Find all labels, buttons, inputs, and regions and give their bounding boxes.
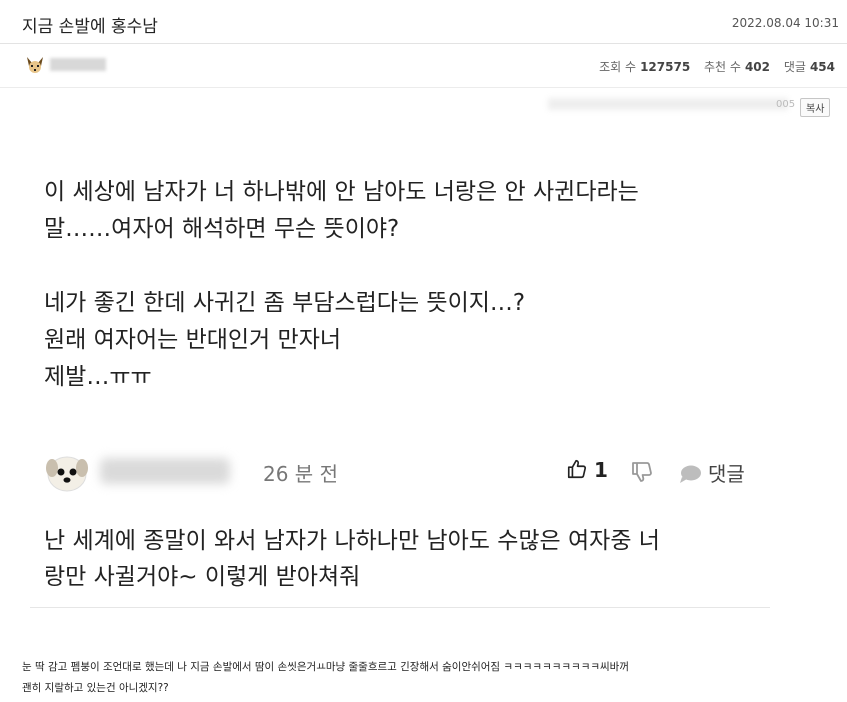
divider [30, 607, 770, 608]
question-text: 이 세상에 남자가 너 하나밖에 안 남아도 너랑은 안 사귄다라는 말……여자… [44, 179, 639, 390]
comment-like-count: 1 [594, 458, 608, 482]
likes-count: 402 [744, 60, 771, 74]
url-blurred [548, 98, 788, 110]
post-title: 지금 손발에 홍수남 [22, 17, 158, 37]
post-caption: 눈 딱 감고 펨붕이 조언대로 했는데 나 지금 손발에서 땀이 손씻은거ㅛ마냥… [22, 661, 630, 694]
comments-count: 454 [809, 60, 835, 74]
post-stats: 조회 수 127575 추천 수 402 댓글 454 [599, 58, 835, 75]
comment-time: 26 분 전 [263, 462, 338, 486]
comment-header: 26 분 전 1 댓글 [40, 448, 780, 498]
author-nickname-blurred[interactable] [50, 58, 106, 71]
post-meta-bar: 조회 수 127575 추천 수 402 댓글 454 [0, 44, 847, 88]
comment-text: 난 세계에 종말이 와서 남자가 나하나만 남아도 수많은 여자중 너 랑만 사… [44, 528, 660, 590]
views-count: 127575 [640, 60, 691, 74]
copy-button[interactable]: 복사 [800, 98, 831, 117]
embedded-screenshot: 005 복사 이 세상에 남자가 너 하나밖에 안 남아도 너랑은 안 사귄다라… [0, 88, 847, 628]
thumbs-down-icon[interactable] [630, 460, 654, 484]
reply-label: 댓글 [708, 462, 745, 486]
views-label: 조회 수 [599, 60, 637, 74]
thumbs-up-icon [567, 459, 587, 479]
author-avatar-icon[interactable] [24, 54, 46, 76]
like-button[interactable]: 1 [566, 458, 608, 482]
speech-bubble-icon [680, 465, 701, 483]
commenter-name-blurred[interactable] [100, 458, 230, 484]
puppy-avatar-icon [46, 456, 88, 492]
likes-label: 추천 수 [704, 60, 741, 74]
reply-button[interactable]: 댓글 [678, 458, 745, 487]
comments-label: 댓글 [783, 60, 806, 74]
url-suffix: 005 [776, 99, 796, 110]
post-date: 2022.08.04 10:31 [731, 16, 839, 30]
post-header: 지금 손발에 홍수남 2022.08.04 10:31 [0, 0, 847, 44]
